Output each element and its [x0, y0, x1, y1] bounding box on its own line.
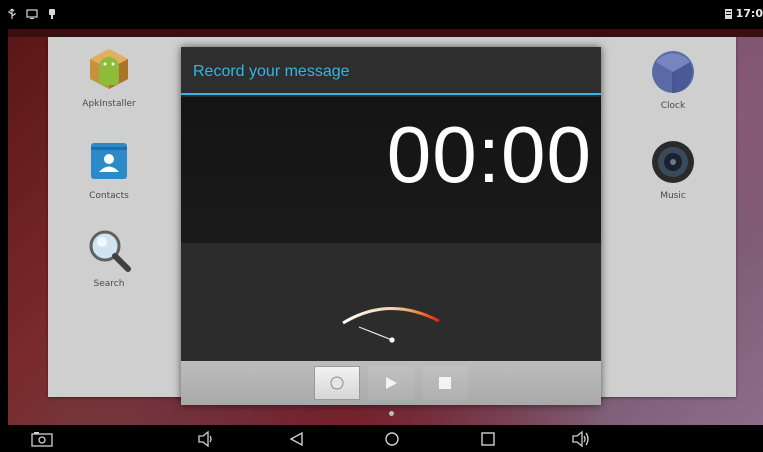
navigation-bar [0, 425, 763, 452]
sd-card-icon [724, 8, 732, 19]
app-music[interactable]: Music [633, 139, 713, 201]
playback-controls [181, 361, 601, 405]
record-button[interactable] [314, 366, 360, 400]
music-icon [652, 141, 694, 183]
play-icon [386, 377, 397, 389]
app-clock[interactable]: Clock [633, 49, 713, 111]
apkinstaller-icon [90, 49, 128, 89]
vu-meter-icon [342, 307, 440, 343]
volume-up-icon[interactable] [571, 430, 591, 448]
record-message-dialog: Record your message 00:00 [181, 47, 601, 405]
stop-icon [439, 377, 451, 389]
contacts-icon [91, 143, 127, 179]
app-search[interactable]: Search [69, 227, 149, 289]
app-label: Contacts [89, 191, 129, 201]
search-icon [89, 230, 131, 272]
play-button[interactable] [368, 366, 414, 400]
app-label: ApkInstaller [82, 99, 136, 109]
dialog-title: Record your message [181, 47, 601, 95]
recording-timer: 00:00 [386, 110, 592, 199]
clock-icon [652, 51, 694, 93]
recents-icon[interactable] [479, 430, 497, 448]
record-icon [330, 376, 344, 390]
page-indicator [389, 411, 394, 416]
screenshot-icon[interactable] [31, 430, 53, 448]
app-apkinstaller[interactable]: ApkInstaller [69, 47, 149, 109]
status-bar: 17:0 [0, 0, 763, 29]
app-contacts[interactable]: Contacts [69, 139, 149, 201]
status-clock: 17:0 [735, 7, 763, 20]
screen-icon [26, 9, 38, 19]
app-label: Search [93, 279, 125, 289]
app-label: Music [660, 191, 686, 201]
notification-icon [49, 9, 55, 19]
timer-panel: 00:00 [181, 97, 601, 243]
volume-down-icon[interactable] [197, 430, 215, 448]
app-label: Clock [660, 101, 686, 111]
stop-button[interactable] [422, 366, 468, 400]
back-icon[interactable] [288, 430, 306, 448]
home-icon[interactable] [383, 430, 401, 448]
usb-icon [8, 8, 16, 19]
level-meter-panel [181, 243, 601, 361]
